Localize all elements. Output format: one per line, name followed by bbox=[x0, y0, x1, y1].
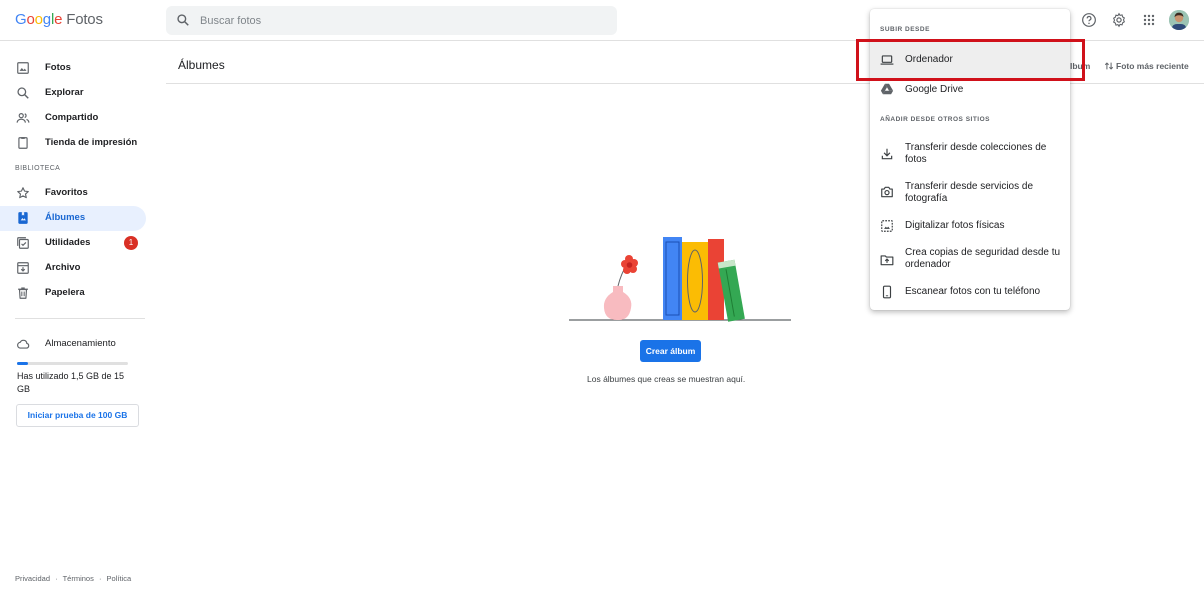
people-icon bbox=[16, 113, 30, 123]
sidebar: Fotos Explorar Compartido Tienda de impr… bbox=[0, 41, 160, 600]
footer-links: Privacidad · Términos · Política bbox=[15, 574, 134, 583]
help-icon[interactable] bbox=[1081, 12, 1097, 28]
empty-albums-illustration bbox=[569, 237, 791, 322]
download-icon bbox=[881, 148, 893, 160]
logo-letter: o bbox=[26, 11, 35, 28]
storage-usage-fill bbox=[17, 362, 29, 365]
trash-icon bbox=[18, 287, 28, 299]
drive-icon bbox=[880, 83, 894, 95]
logo-letter: G bbox=[15, 11, 27, 28]
storage-usage-bar bbox=[17, 362, 128, 365]
account-avatar[interactable] bbox=[1169, 10, 1189, 30]
menu-item-label: Digitalizar fotos físicas bbox=[905, 220, 1005, 231]
sidebar-item-explore[interactable]: Explorar bbox=[0, 81, 146, 106]
photo-icon bbox=[17, 62, 29, 74]
product-name: Fotos bbox=[66, 11, 103, 28]
terms-link[interactable]: Términos bbox=[63, 574, 94, 583]
search-icon bbox=[17, 87, 29, 99]
storage-label: Almacenamiento bbox=[45, 338, 116, 349]
sort-button[interactable]: Foto más reciente bbox=[1116, 61, 1189, 71]
sidebar-item-label: Tienda de impresión bbox=[45, 137, 138, 148]
sidebar-item-storage[interactable]: Almacenamiento bbox=[0, 332, 146, 357]
backup-folder-icon bbox=[880, 255, 894, 266]
start-trial-button[interactable]: Iniciar prueba de 100 GB bbox=[16, 404, 139, 427]
sidebar-item-label: Papelera bbox=[45, 287, 85, 298]
sidebar-item-utilities[interactable]: Utilidades 1 bbox=[0, 231, 146, 256]
utilities-icon bbox=[17, 237, 29, 249]
menu-item-transfer-collections[interactable]: Transferir desde colecciones de fotos bbox=[870, 135, 1070, 173]
google-photos-logo[interactable]: Google Fotos bbox=[15, 11, 103, 28]
upload-section-label: SUBIR DESDE bbox=[880, 26, 930, 33]
footer-separator: · bbox=[55, 574, 58, 583]
other-sources-section-label: AÑADIR DESDE OTROS SITIOS bbox=[880, 116, 991, 123]
menu-item-label: Google Drive bbox=[905, 84, 964, 95]
sidebar-item-label: Favoritos bbox=[45, 187, 88, 198]
create-album-button[interactable]: Crear álbum bbox=[640, 340, 701, 362]
scan-photo-icon bbox=[881, 220, 893, 232]
sidebar-item-favorites[interactable]: Favoritos bbox=[0, 181, 146, 206]
library-section-label: BIBLIOTECA bbox=[15, 165, 61, 172]
star-icon bbox=[17, 187, 29, 199]
menu-item-backup-computer[interactable]: Crea copias de seguridad desde tu ordena… bbox=[870, 243, 1070, 277]
search-bar[interactable] bbox=[166, 6, 617, 35]
settings-icon[interactable] bbox=[1111, 12, 1127, 28]
sidebar-item-trash[interactable]: Papelera bbox=[0, 281, 146, 306]
notification-badge: 1 bbox=[124, 236, 138, 250]
sidebar-item-photos[interactable]: Fotos bbox=[0, 56, 146, 81]
cloud-icon bbox=[17, 339, 30, 349]
camera-icon bbox=[881, 186, 893, 198]
menu-item-digitize-photos[interactable]: Digitalizar fotos físicas bbox=[870, 214, 1070, 238]
apps-grid-icon[interactable] bbox=[1141, 12, 1157, 28]
logo-letter: o bbox=[34, 11, 43, 28]
logo-letter: g bbox=[42, 11, 51, 28]
avatar-picture bbox=[1169, 10, 1189, 30]
menu-item-label: Escanear fotos con tu teléfono bbox=[905, 286, 1041, 297]
menu-item-label: Crea copias de seguridad desde tu ordena… bbox=[905, 247, 1061, 270]
sidebar-item-label: Fotos bbox=[45, 62, 71, 73]
print-store-icon bbox=[18, 137, 28, 149]
logo-letter: e bbox=[54, 11, 63, 28]
sidebar-item-albums[interactable]: Álbumes bbox=[0, 206, 146, 231]
archive-icon bbox=[17, 262, 29, 274]
sidebar-item-shared[interactable]: Compartido bbox=[0, 106, 146, 131]
menu-item-label: Transferir desde colecciones de fotos bbox=[905, 142, 1047, 165]
phone-icon bbox=[882, 285, 892, 299]
policy-link[interactable]: Política bbox=[107, 574, 132, 583]
search-icon bbox=[177, 14, 189, 26]
empty-state-text: Los álbumes que creas se muestran aquí. bbox=[587, 374, 746, 384]
search-input[interactable] bbox=[200, 11, 600, 31]
storage-used-text: Has utilizado 1,5 GB de 15 GB bbox=[17, 371, 125, 394]
menu-item-label: Transferir desde servicios de fotografía bbox=[905, 181, 1034, 204]
highlight-annotation-box bbox=[856, 39, 1085, 81]
privacy-link[interactable]: Privacidad bbox=[15, 574, 50, 583]
sidebar-item-label: Explorar bbox=[45, 87, 84, 98]
sidebar-item-print-store[interactable]: Tienda de impresión bbox=[0, 131, 146, 156]
album-icon bbox=[18, 212, 28, 224]
sidebar-item-label: Utilidades bbox=[45, 237, 91, 248]
sidebar-divider bbox=[15, 318, 145, 319]
page-title: Álbumes bbox=[178, 58, 225, 72]
menu-item-google-drive[interactable]: Google Drive bbox=[870, 78, 1070, 108]
sort-icon[interactable] bbox=[1104, 61, 1114, 71]
sidebar-item-label: Archivo bbox=[45, 262, 81, 273]
menu-item-scan-phone[interactable]: Escanear fotos con tu teléfono bbox=[870, 281, 1070, 305]
sidebar-item-label: Álbumes bbox=[45, 212, 86, 223]
menu-item-transfer-services[interactable]: Transferir desde servicios de fotografía bbox=[870, 175, 1070, 211]
sidebar-item-archive[interactable]: Archivo bbox=[0, 256, 146, 281]
sidebar-item-label: Compartido bbox=[45, 112, 99, 123]
footer-separator: · bbox=[98, 574, 102, 583]
